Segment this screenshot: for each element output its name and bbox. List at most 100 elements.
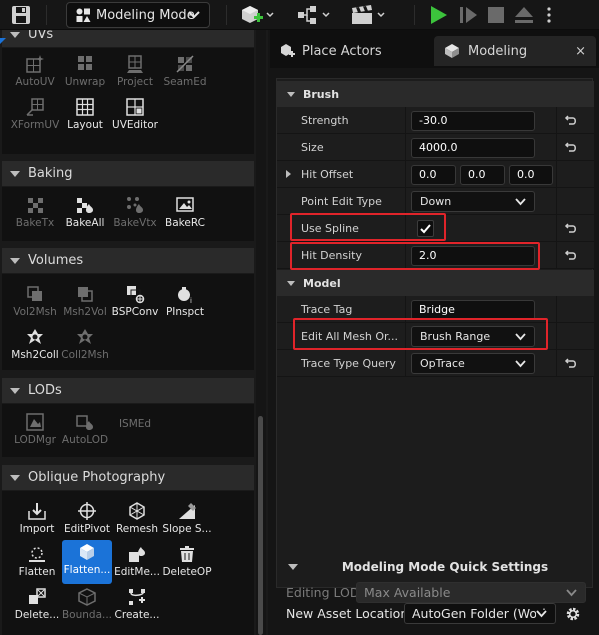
quick-setting-editing-lod: Editing LOD Max Available bbox=[270, 582, 599, 604]
tool-label: SeamEd bbox=[163, 76, 207, 88]
tool-project[interactable]: Project bbox=[110, 52, 160, 94]
size-input[interactable]: 4000.0 bbox=[411, 138, 535, 158]
tab-modeling[interactable]: Modeling × bbox=[434, 36, 596, 66]
point-edit-type-dropdown[interactable]: Down bbox=[411, 191, 535, 212]
bake-texture-icon bbox=[28, 198, 43, 213]
collapse-arrow-icon bbox=[288, 564, 298, 570]
toolbar-divider bbox=[226, 5, 227, 25]
editing-lod-dropdown[interactable]: Max Available bbox=[356, 582, 586, 603]
section-header-oblique-photography[interactable]: Oblique Photography bbox=[2, 465, 254, 490]
tool-unwrap[interactable]: Unwrap bbox=[60, 52, 110, 94]
tool-label: Slope S... bbox=[162, 523, 212, 535]
tool-bakevtx[interactable]: BakeVtx bbox=[110, 193, 160, 235]
tool-bakerc[interactable]: BakeRC bbox=[160, 193, 210, 235]
section-header-volumes[interactable]: Volumes bbox=[2, 248, 254, 273]
tool-layout[interactable]: Layout bbox=[60, 95, 110, 137]
tool-coll2msh[interactable]: Coll2Msh bbox=[60, 325, 110, 367]
reset-icon[interactable] bbox=[564, 249, 578, 261]
expand-arrow-icon[interactable] bbox=[286, 170, 291, 178]
trace-type-query-dropdown[interactable]: OpTrace bbox=[411, 353, 535, 374]
auto-lod-icon bbox=[76, 415, 93, 430]
tool-lodmgr[interactable]: LODMgr bbox=[10, 410, 60, 452]
tool-label: XFormUV bbox=[10, 119, 60, 131]
tool-ismed[interactable]: ISMEd bbox=[110, 410, 160, 452]
chevron-down-icon bbox=[536, 610, 547, 618]
save-icon[interactable] bbox=[10, 5, 32, 25]
strength-input[interactable]: -30.0 bbox=[411, 111, 535, 131]
tool-bakeall[interactable]: BakeAll bbox=[60, 193, 110, 235]
tool-label: Import bbox=[19, 523, 55, 535]
tool-uveditor[interactable]: UVEditor bbox=[110, 95, 160, 137]
reset-icon[interactable] bbox=[564, 222, 578, 234]
mode-selector-dropdown[interactable]: Modeling Mode bbox=[66, 2, 210, 28]
flatten-icon bbox=[29, 547, 45, 562]
tab-place-actors[interactable]: Place Actors bbox=[272, 36, 434, 66]
tool-label: ISMEd bbox=[118, 418, 152, 430]
more-options-icon[interactable] bbox=[546, 3, 552, 27]
tool-editpivot[interactable]: EditPivot bbox=[62, 499, 112, 541]
cinematics-icon[interactable] bbox=[350, 3, 388, 27]
tool-flatten-spline[interactable]: Flatten... bbox=[62, 540, 112, 584]
tool-editmesh[interactable]: EditMe... bbox=[112, 542, 162, 584]
eject-icon[interactable] bbox=[514, 3, 534, 27]
tool-slope[interactable]: Slope S... bbox=[162, 499, 212, 541]
settings-gear-icon[interactable] bbox=[564, 605, 582, 623]
close-icon[interactable]: × bbox=[575, 44, 586, 59]
section-oblique-photography: Import EditPivot Remesh Slope S... Flatt… bbox=[2, 491, 254, 635]
tool-msh2coll[interactable]: Msh2Coll bbox=[10, 325, 60, 367]
reset-icon[interactable] bbox=[564, 114, 578, 126]
seam-editor-icon bbox=[176, 55, 194, 73]
tool-delete-other[interactable]: Delete... bbox=[12, 585, 62, 627]
mode-label: Modeling Mode bbox=[96, 7, 195, 23]
tool-flatten[interactable]: Flatten bbox=[12, 542, 62, 584]
chevron-down-icon bbox=[188, 10, 200, 20]
reset-icon[interactable] bbox=[564, 357, 578, 369]
scrollbar-thumb[interactable] bbox=[258, 416, 263, 635]
tool-create[interactable]: Create... bbox=[112, 585, 162, 627]
play-icon[interactable] bbox=[428, 3, 448, 27]
collapse-arrow-icon bbox=[10, 257, 20, 264]
tool-seamed[interactable]: SeamEd bbox=[160, 52, 210, 94]
asset-location-label: New Asset Location bbox=[286, 606, 409, 621]
category-model[interactable]: Model bbox=[277, 270, 594, 296]
advance-frame-icon[interactable] bbox=[458, 3, 478, 27]
hit-offset-x-input[interactable]: 0.0 bbox=[411, 165, 456, 185]
transform-uv-icon bbox=[26, 98, 44, 116]
tool-bspconv[interactable]: BSPConv bbox=[110, 282, 160, 324]
tool-label: AutoUV bbox=[15, 76, 55, 88]
tool-baketx[interactable]: BakeTx bbox=[10, 193, 60, 235]
bake-all-icon bbox=[77, 198, 93, 213]
tool-autouv[interactable]: AutoUV bbox=[10, 52, 60, 94]
asset-location-dropdown[interactable]: AutoGen Folder (Worl bbox=[404, 603, 556, 624]
blueprint-icon[interactable] bbox=[296, 3, 332, 27]
stop-icon[interactable] bbox=[487, 3, 505, 27]
boundary-icon bbox=[78, 588, 96, 606]
tool-remesh[interactable]: Remesh bbox=[112, 499, 162, 541]
hit-offset-y-input[interactable]: 0.0 bbox=[460, 165, 505, 185]
tool-pinspct[interactable]: i PInspct bbox=[160, 282, 210, 324]
section-header-lods[interactable]: LODs bbox=[2, 378, 254, 403]
section-header-uvs[interactable]: UVs bbox=[2, 30, 254, 47]
hit-offset-z-input[interactable]: 0.0 bbox=[509, 165, 553, 185]
section-header-baking[interactable]: Baking bbox=[2, 161, 254, 186]
category-brush[interactable]: Brush bbox=[277, 81, 594, 107]
tool-vol2msh[interactable]: Vol2Msh bbox=[10, 282, 60, 324]
tool-import[interactable]: Import bbox=[12, 499, 62, 541]
tool-deleteop[interactable]: DeleteOP bbox=[162, 542, 212, 584]
tool-xformuv[interactable]: XFormUV bbox=[10, 95, 60, 137]
section-lods: LODMgr AutoLOD ISMEd bbox=[2, 404, 254, 457]
tool-autolod[interactable]: AutoLOD bbox=[60, 410, 110, 452]
trace-tag-input[interactable]: Bridge bbox=[411, 300, 535, 320]
autouv-icon bbox=[26, 55, 44, 73]
property-row-trace-type-query: Trace Type Query OpTrace bbox=[277, 350, 594, 377]
tool-label: AutoLOD bbox=[61, 434, 109, 446]
tool-label: Delete... bbox=[14, 609, 60, 621]
tool-boundary[interactable]: Bounda... bbox=[62, 585, 112, 627]
add-content-icon[interactable] bbox=[240, 3, 276, 27]
tool-label: PInspct bbox=[165, 306, 205, 318]
reset-icon[interactable] bbox=[564, 141, 578, 153]
property-row-strength: Strength -30.0 bbox=[277, 107, 594, 134]
quick-settings-header[interactable]: Modeling Mode Quick Settings bbox=[270, 556, 599, 578]
tool-msh2vol[interactable]: Msh2Vol bbox=[60, 282, 110, 324]
tool-label: Bounda... bbox=[61, 609, 113, 621]
